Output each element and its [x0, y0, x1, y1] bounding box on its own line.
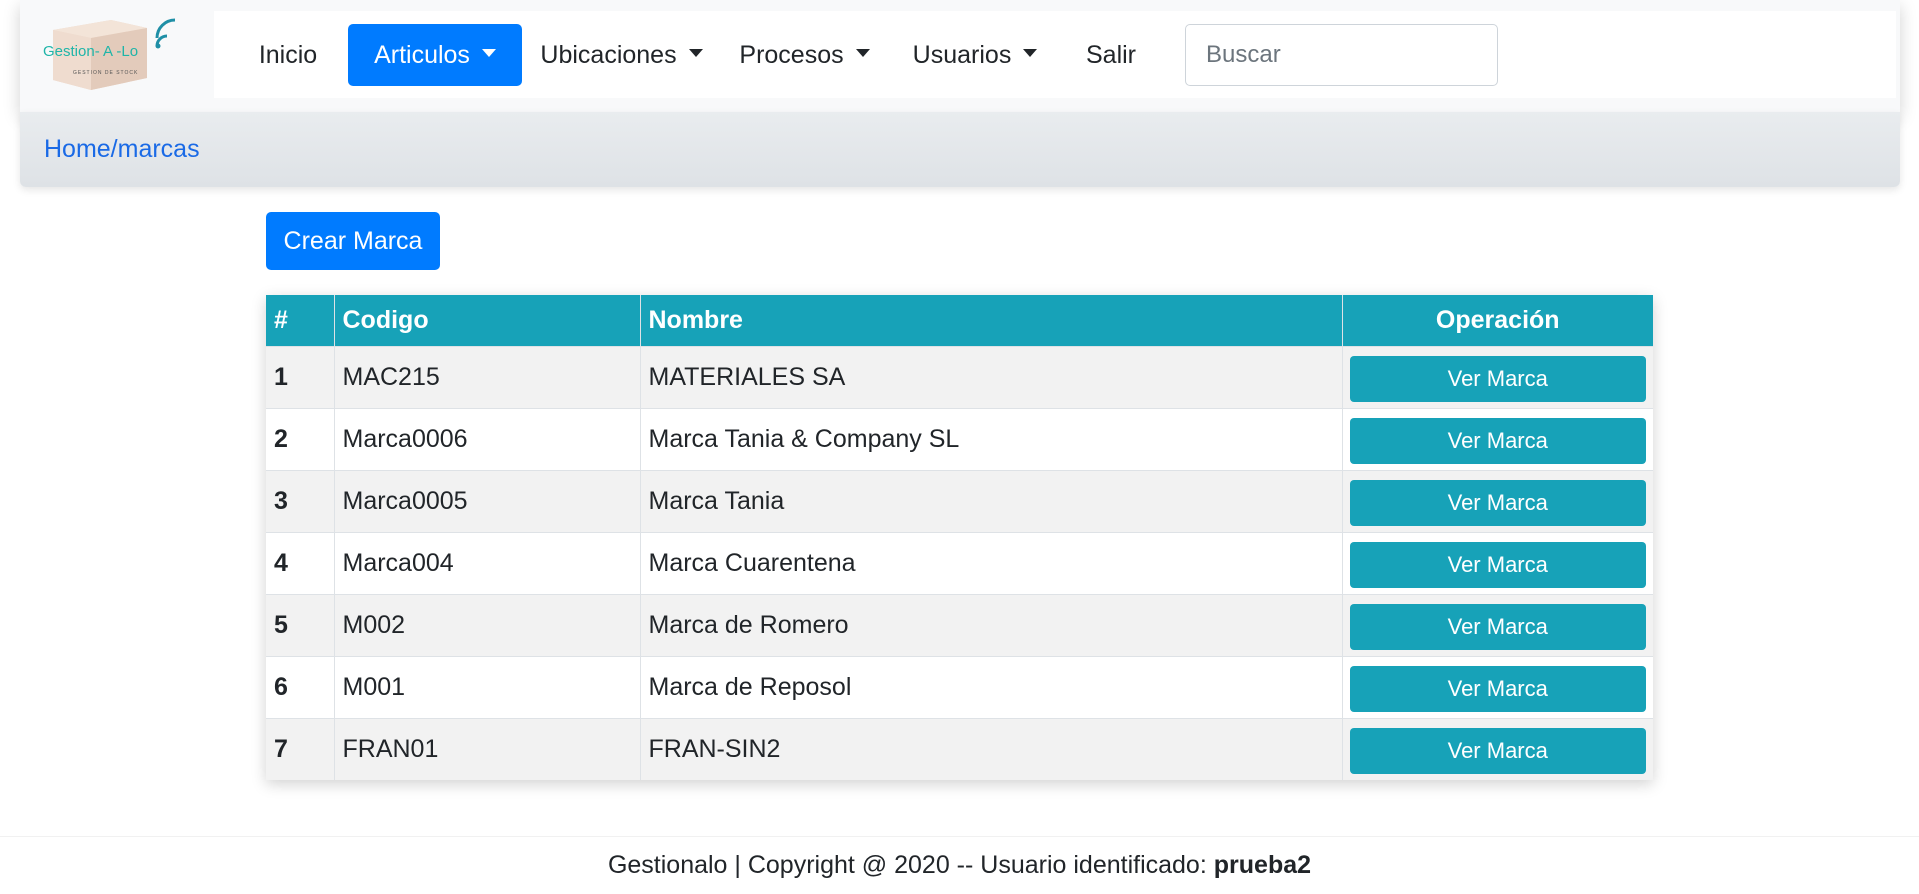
- table-header-row: # Codigo Nombre Operación: [266, 295, 1653, 346]
- ver-marca-button[interactable]: Ver Marca: [1349, 666, 1646, 712]
- cell-num: 7: [266, 717, 335, 780]
- cell-codigo: Marca0006: [334, 407, 641, 470]
- caret-down-icon: [855, 49, 870, 57]
- cell-codigo: Marca0005: [334, 469, 641, 532]
- nav-articulos-dropdown[interactable]: Articulos: [348, 24, 522, 86]
- cell-nombre: Marca Cuarentena: [640, 531, 1343, 594]
- cell-codigo: M001: [334, 655, 641, 718]
- nav-ubicaciones-dropdown[interactable]: Ubicaciones: [534, 24, 709, 86]
- cell-nombre: MATERIALES SA: [640, 345, 1343, 408]
- nav-salir-label: Salir: [1085, 40, 1136, 69]
- crear-marca-button[interactable]: Crear Marca: [266, 212, 440, 270]
- caret-down-icon: [688, 49, 703, 57]
- box-logo-icon: Gestion- A -Lo GESTION DE STOCK: [43, 18, 176, 90]
- ver-marca-button[interactable]: Ver Marca: [1349, 418, 1646, 464]
- logo-text: Gestion- A -Lo: [43, 43, 138, 60]
- column-header-codigo: Codigo: [334, 295, 641, 346]
- brand-logo[interactable]: Gestion- A -Lo GESTION DE STOCK: [43, 16, 191, 94]
- nav-usuarios-dropdown[interactable]: Usuarios: [900, 24, 1050, 86]
- breadcrumb-link[interactable]: Home/marcas: [44, 135, 200, 164]
- nav-usuarios-label: Usuarios: [912, 40, 1012, 69]
- nav-articulos-label: Articulos: [374, 40, 470, 69]
- ver-marca-button[interactable]: Ver Marca: [1349, 604, 1646, 650]
- header: Gestion- A -Lo GESTION DE STOCK Inicio A…: [20, 0, 1900, 112]
- table-row: 2 Marca0006 Marca Tania & Company SL Ver…: [266, 407, 1653, 470]
- table-row: 4 Marca004 Marca Cuarentena Ver Marca: [266, 531, 1653, 594]
- logo-tagline: GESTION DE STOCK: [73, 70, 138, 76]
- cell-num: 1: [266, 345, 335, 408]
- ver-marca-button[interactable]: Ver Marca: [1349, 728, 1646, 775]
- cell-codigo: MAC215: [334, 345, 641, 408]
- nav-inicio-label: Inicio: [258, 40, 318, 69]
- ver-marca-button[interactable]: Ver Marca: [1349, 480, 1646, 526]
- cell-operacion: Ver Marca: [1342, 345, 1653, 408]
- cell-nombre: Marca Tania & Company SL: [640, 407, 1343, 470]
- nav-ubicaciones-label: Ubicaciones: [540, 40, 677, 69]
- ver-marca-button[interactable]: Ver Marca: [1349, 542, 1646, 588]
- cell-num: 5: [266, 593, 335, 656]
- cell-nombre: Marca de Romero: [640, 593, 1343, 656]
- cell-operacion: Ver Marca: [1342, 531, 1653, 594]
- column-header-nombre: Nombre: [640, 295, 1343, 346]
- cell-operacion: Ver Marca: [1342, 717, 1653, 780]
- cell-num: 3: [266, 469, 335, 532]
- table-row: 1 MAC215 MATERIALES SA Ver Marca: [266, 345, 1653, 408]
- cell-num: 4: [266, 531, 335, 594]
- table-row: 7 FRAN01 FRAN-SIN2 Ver Marca: [266, 717, 1653, 780]
- cell-operacion: Ver Marca: [1342, 655, 1653, 718]
- caret-down-icon: [481, 49, 496, 57]
- cell-codigo: FRAN01: [334, 717, 641, 780]
- nav-salir[interactable]: Salir: [1072, 24, 1150, 86]
- cell-operacion: Ver Marca: [1342, 469, 1653, 532]
- cell-codigo: Marca004: [334, 531, 641, 594]
- footer-text: Gestionalo | Copyright @ 2020 -- Usuario…: [607, 851, 1207, 879]
- nav-procesos-label: Procesos: [739, 40, 844, 69]
- navbar: Inicio Articulos Ubicaciones Procesos Us…: [214, 11, 1896, 98]
- footer: Gestionalo | Copyright @ 2020 -- Usuario…: [0, 836, 1919, 894]
- cell-nombre: Marca de Reposol: [640, 655, 1343, 718]
- column-header-num: #: [266, 295, 335, 346]
- table-row: 5 M002 Marca de Romero Ver Marca: [266, 593, 1653, 656]
- cell-nombre: FRAN-SIN2: [640, 717, 1343, 780]
- search-input[interactable]: [1185, 24, 1498, 86]
- cell-codigo: M002: [334, 593, 641, 656]
- caret-down-icon: [1023, 49, 1038, 57]
- footer-username: prueba2: [1213, 851, 1312, 879]
- marcas-table: # Codigo Nombre Operación 1 MAC215 MATER…: [266, 295, 1653, 780]
- table-row: 6 M001 Marca de Reposol Ver Marca: [266, 655, 1653, 718]
- column-header-operacion: Operación: [1342, 295, 1653, 346]
- cell-num: 6: [266, 655, 335, 718]
- cell-nombre: Marca Tania: [640, 469, 1343, 532]
- ver-marca-button[interactable]: Ver Marca: [1349, 356, 1646, 402]
- nav-inicio[interactable]: Inicio: [248, 24, 328, 86]
- table-row: 3 Marca0005 Marca Tania Ver Marca: [266, 469, 1653, 532]
- cell-operacion: Ver Marca: [1342, 407, 1653, 470]
- breadcrumb: Home/marcas: [20, 112, 1900, 187]
- cell-num: 2: [266, 407, 335, 470]
- nav-procesos-dropdown[interactable]: Procesos: [730, 24, 879, 86]
- cell-operacion: Ver Marca: [1342, 593, 1653, 656]
